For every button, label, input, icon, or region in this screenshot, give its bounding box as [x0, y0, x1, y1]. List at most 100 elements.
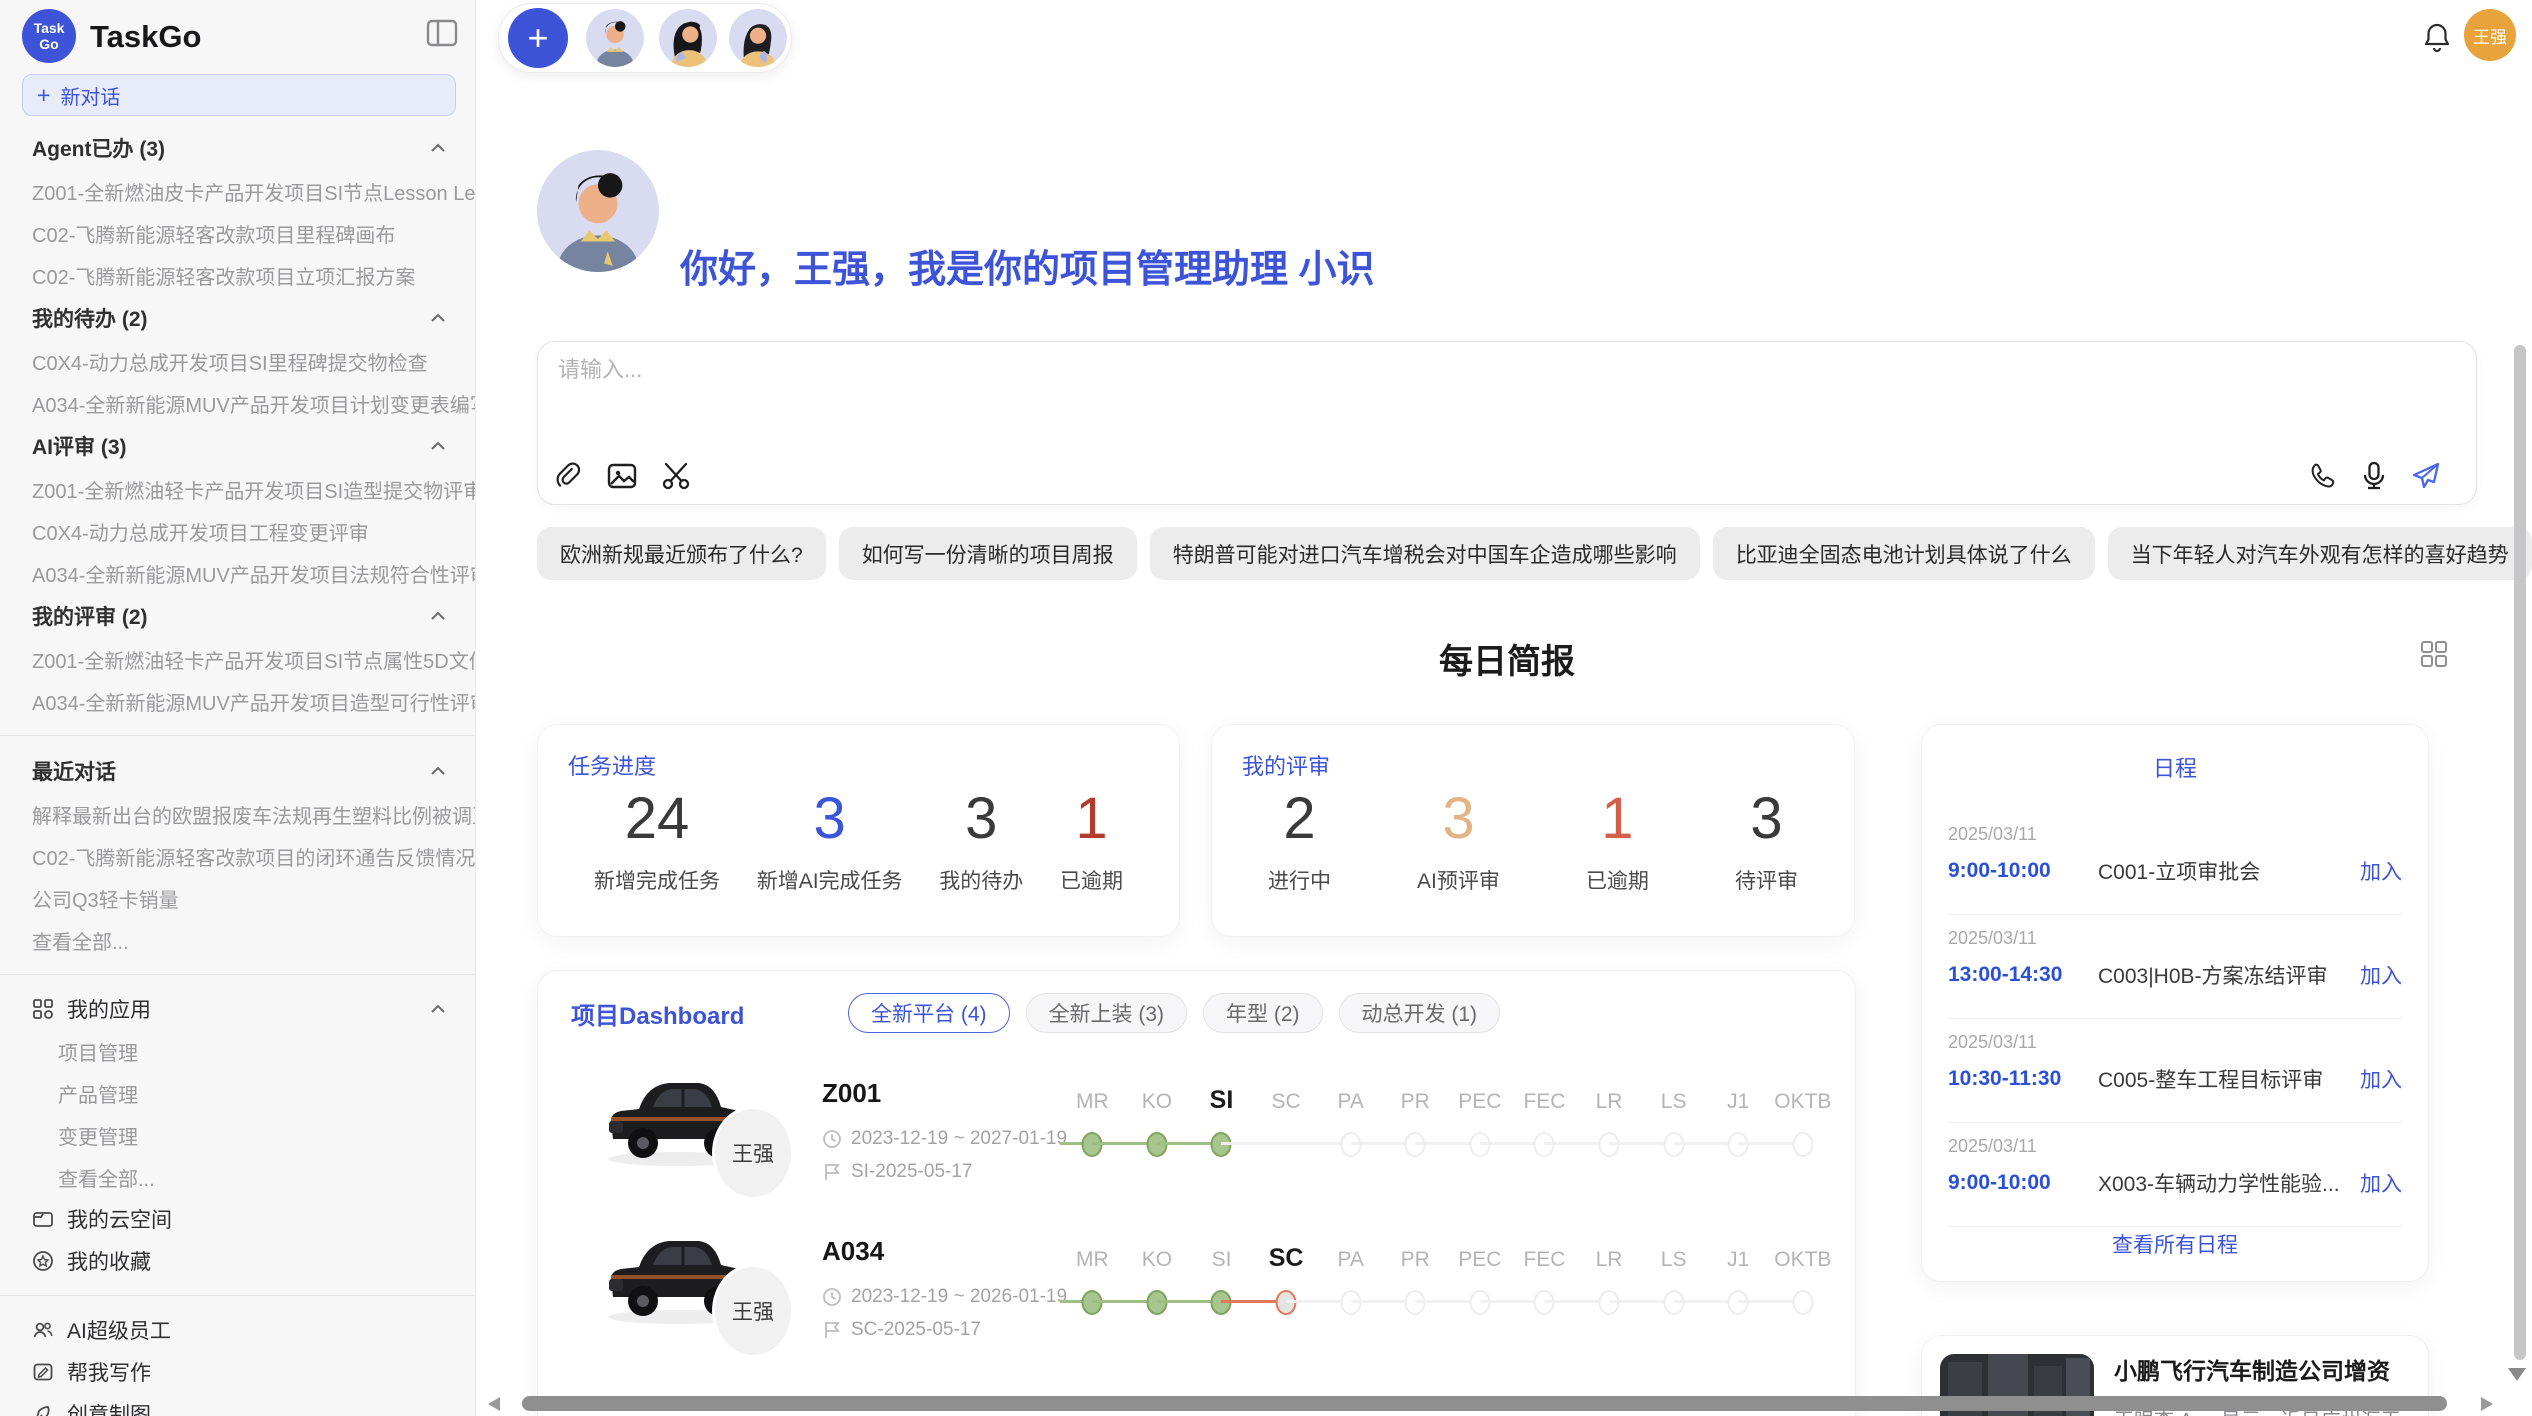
schedule-item: 2025/03/11 9:00-10:00 X003-车辆动力学性能验... 加…: [1948, 1123, 2402, 1227]
schedule-name: C001-立项审批会: [2098, 856, 2360, 886]
phone-call-icon[interactable]: [2306, 460, 2338, 492]
suggestion-chip[interactable]: 当下年轻人对汽车外观有怎样的喜好趋势: [2108, 527, 2532, 580]
schedule-item: 2025/03/11 10:30-11:30 C005-整车工程目标评审 加入: [1948, 1019, 2402, 1123]
project-row-a034[interactable]: 王强 A034 2023-12-19 ~ 2026-01-19 SC-2025-…: [538, 1202, 1855, 1360]
recent-chat-item[interactable]: 公司Q3轻卡销量: [0, 877, 476, 919]
new-session-button[interactable]: +: [508, 8, 568, 68]
horizontal-scrollbar[interactable]: [522, 1396, 2447, 1411]
join-link[interactable]: 加入: [2360, 1168, 2402, 1198]
hscroll-right-arrow-icon[interactable]: [2481, 1397, 2493, 1411]
app-link[interactable]: 产品管理: [0, 1072, 476, 1114]
suggestion-chip[interactable]: 欧洲新规最近颁布了什么?: [537, 527, 826, 580]
notification-bell-icon[interactable]: [2422, 21, 2452, 53]
user-avatar[interactable]: 王强: [2464, 9, 2516, 61]
view-all-schedule-link[interactable]: 查看所有日程: [1922, 1229, 2428, 1259]
pen-nib-icon: [32, 1403, 54, 1416]
sidebar-item[interactable]: C02-飞腾新能源轻客改款项目里程碑画布: [0, 212, 476, 254]
task-progress-card: 任务进度 24 新增完成任务 3 新增AI完成任务 3 我的待办 1 已逾期: [537, 724, 1180, 937]
project-row-z001[interactable]: 王强 Z001 2023-12-19 ~ 2027-01-19 SI-2025-…: [538, 1044, 1855, 1202]
stat-label: AI预评审: [1417, 865, 1500, 895]
stat: 2 进行中: [1268, 787, 1331, 895]
app-link[interactable]: 项目管理: [0, 1030, 476, 1072]
sidebar-collapse-icon[interactable]: [426, 18, 458, 48]
sidebar-item-help-write[interactable]: 帮我写作: [0, 1351, 476, 1393]
milestone: J1: [1706, 1202, 1771, 1342]
milestone: PEC: [1448, 1044, 1513, 1184]
sidebar-item[interactable]: A034-全新新能源MUV产品开发项目法规符合性评审: [0, 552, 476, 594]
schedule-time: 13:00-14:30: [1948, 963, 2098, 987]
logo-text-bottom: Go: [39, 36, 58, 52]
join-link[interactable]: 加入: [2360, 1064, 2402, 1094]
scissors-icon[interactable]: [660, 460, 692, 492]
dashboard-filter-chip[interactable]: 全新上装 (3): [1026, 993, 1188, 1033]
microphone-icon[interactable]: [2358, 460, 2390, 492]
session-avatar-3[interactable]: [729, 9, 787, 67]
section-recent-chats[interactable]: 最近对话: [0, 749, 476, 793]
sidebar-item-cloud-space[interactable]: 我的云空间: [0, 1198, 476, 1240]
sidebar-item[interactable]: A034-全新新能源MUV产品开发项目计划变更表编写: [0, 382, 476, 424]
chevron-up-icon: [430, 766, 446, 776]
composer-left-tools: [552, 460, 692, 492]
app-link[interactable]: 查看全部...: [0, 1156, 476, 1198]
sidebar-item-my-apps[interactable]: 我的应用: [0, 988, 476, 1030]
sidebar-item[interactable]: C0X4-动力总成开发项目工程变更评审: [0, 510, 476, 552]
section-ai-review[interactable]: AI评审 (3): [0, 424, 476, 468]
sidebar-item[interactable]: C02-飞腾新能源轻客改款项目立项汇报方案: [0, 254, 476, 296]
milestone: FEC: [1512, 1202, 1577, 1342]
send-icon[interactable]: [2410, 460, 2442, 492]
sidebar-item[interactable]: C0X4-动力总成开发项目SI里程碑提交物检查: [0, 340, 476, 382]
suggestion-chip[interactable]: 特朗普可能对进口汽车增税会对中国车企造成哪些影响: [1150, 527, 1700, 580]
new-chat-button[interactable]: + 新对话: [22, 74, 456, 116]
assistant-avatar: [537, 150, 659, 272]
section-my-todo[interactable]: 我的待办 (2): [0, 296, 476, 340]
stat-label: 新增完成任务: [594, 865, 720, 895]
project-daterange: 2023-12-19 ~ 2026-01-19: [822, 1286, 1067, 1308]
sidebar-item-creative-draw[interactable]: 创意制图: [0, 1393, 476, 1416]
attachment-icon[interactable]: [552, 460, 584, 492]
flag-icon: [822, 1162, 842, 1182]
schedule-date: 2025/03/11: [1948, 824, 2402, 845]
schedule-time: 9:00-10:00: [1948, 859, 2098, 883]
milestone: PR: [1383, 1044, 1448, 1184]
stat-label: 已逾期: [1586, 865, 1649, 895]
recent-chat-item[interactable]: 解释最新出台的欧盟报废车法规再生塑料比例被调至15%...: [0, 793, 476, 835]
dashboard-filter-chip[interactable]: 全新平台 (4): [848, 993, 1010, 1033]
vertical-scrollbar[interactable]: [2514, 345, 2526, 1360]
project-milestone-flag: SC-2025-05-17: [822, 1319, 981, 1341]
app-link[interactable]: 变更管理: [0, 1114, 476, 1156]
project-daterange: 2023-12-19 ~ 2027-01-19: [822, 1128, 1067, 1150]
sidebar-item[interactable]: Z001-全新燃油皮卡产品开发项目SI节点Lesson Learn报告: [0, 170, 476, 212]
join-link[interactable]: 加入: [2360, 856, 2402, 886]
milestone: LS: [1641, 1044, 1706, 1184]
dashboard-filter-chip[interactable]: 年型 (2): [1203, 993, 1323, 1033]
sidebar-item[interactable]: Z001-全新燃油轻卡产品开发项目SI造型提交物评审: [0, 468, 476, 510]
section-my-review[interactable]: 我的评审 (2): [0, 594, 476, 638]
cloud-space-icon: [32, 1208, 54, 1230]
sidebar-item-favorites[interactable]: 我的收藏: [0, 1240, 476, 1282]
sidebar-item[interactable]: Z001-全新燃油轻卡产品开发项目SI节点属性5D文件评审: [0, 638, 476, 680]
stat-value: 1: [1586, 787, 1649, 851]
sidebar-item-ai-staff[interactable]: AI超级员工: [0, 1309, 476, 1351]
divider: [0, 735, 476, 736]
suggestion-chip[interactable]: 如何写一份清晰的项目周报: [839, 527, 1137, 580]
recent-chat-item[interactable]: 查看全部...: [0, 919, 476, 961]
join-link[interactable]: 加入: [2360, 960, 2402, 990]
prompt-input[interactable]: [556, 356, 2160, 384]
hscroll-left-arrow-icon[interactable]: [488, 1397, 500, 1411]
vscroll-down-arrow-icon[interactable]: [2508, 1368, 2526, 1381]
image-icon[interactable]: [606, 460, 638, 492]
session-avatar-2[interactable]: [659, 9, 717, 67]
plus-icon: +: [37, 85, 50, 105]
suggestion-chip[interactable]: 比亚迪全固态电池计划具体说了什么: [1713, 527, 2095, 580]
flag-icon: [822, 1320, 842, 1340]
schedule-title: 日程: [1922, 751, 2428, 783]
sidebar-item[interactable]: A034-全新新能源MUV产品开发项目造型可行性评审: [0, 680, 476, 722]
milestone: PA: [1318, 1202, 1383, 1342]
section-agent-done[interactable]: Agent已办 (3): [0, 126, 476, 170]
milestone: MR: [1060, 1202, 1125, 1342]
recent-chat-item[interactable]: C02-飞腾新能源轻客改款项目的闭环通告反馈情况: [0, 835, 476, 877]
layout-grid-icon[interactable]: [2420, 640, 2448, 668]
session-avatar-1[interactable]: [586, 9, 644, 67]
dashboard-filter-chip[interactable]: 动总开发 (1): [1339, 993, 1501, 1033]
project-milestone-flag: SI-2025-05-17: [822, 1161, 972, 1183]
